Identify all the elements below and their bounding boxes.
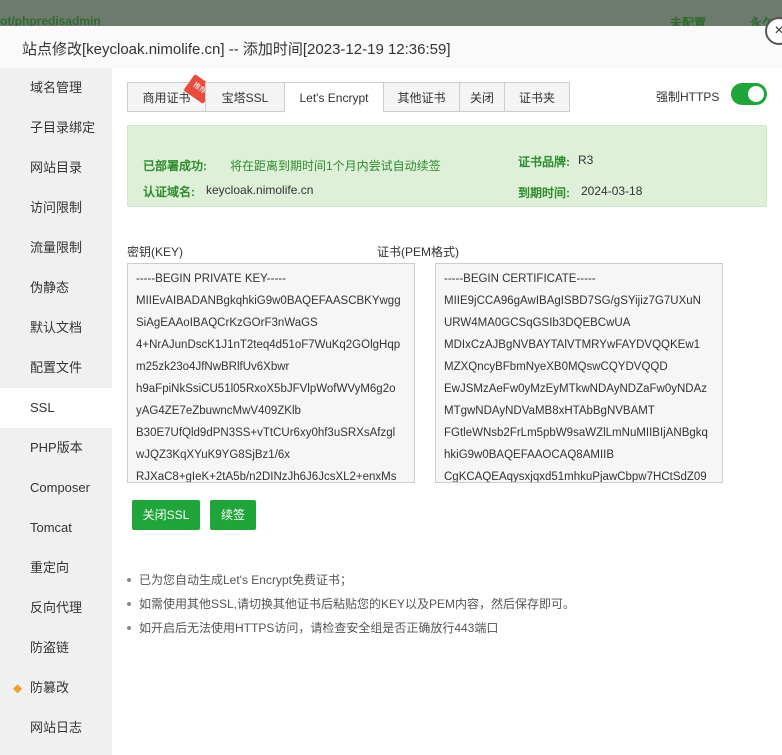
tips-list: 已为您自动生成Let's Encrypt免费证书； 如需使用其他SSL,请切换其… bbox=[127, 568, 767, 640]
code-line: SiAgEAAoIBAQCrKzGOrF3nWaGS bbox=[136, 317, 318, 329]
cert-label: 证书(PEM格式) bbox=[377, 245, 459, 259]
code-line: h9aFpiNkSsiCU51l05RxoX5bJFVlpWofWVyM6g2o bbox=[136, 383, 396, 395]
sidebar-item-site-log[interactable]: 网站日志 bbox=[0, 708, 112, 748]
domain-label: 认证域名: bbox=[143, 185, 195, 199]
sidebar-item-tomcat[interactable]: Tomcat bbox=[0, 508, 112, 548]
tab-close[interactable]: 关闭 bbox=[459, 82, 504, 112]
code-line: URW4MA0GCSqGSIb3DQEBCwUA bbox=[444, 317, 631, 329]
code-line: 4+NrAJunDscK1J1nT2teq4d51oF7WuKq2GOlgHqp bbox=[136, 339, 401, 351]
close-ssl-button[interactable]: 关闭SSL bbox=[132, 500, 200, 530]
force-https-label: 强制HTTPS bbox=[656, 90, 720, 104]
code-line: yAG4ZE7eZbuwncMwV409ZKlb bbox=[136, 405, 301, 417]
code-line: MZXQncyBFbmNyeXB0MQswCQYDVQQD bbox=[444, 361, 668, 373]
code-line: MTgwNDAyNDVaMB8xHTAbBgNVBAMT bbox=[444, 405, 655, 417]
code-line: -----BEGIN PRIVATE KEY----- bbox=[136, 273, 286, 285]
dialog-titlebar: 站点修改[keycloak.nimolife.cn] -- 添加时间[2023-… bbox=[0, 26, 782, 69]
sidebar-item-default-doc[interactable]: 默认文档 bbox=[0, 308, 112, 348]
code-line: wJQZ3KqXYuK9YG8SjBz1/6x bbox=[136, 449, 291, 461]
code-line: MIIEvAIBADANBgkqhkiG9w0BAQEFAASCBKYwgg bbox=[136, 295, 401, 307]
sidebar-item-tamper-proof[interactable]: ◆ 防篡改 bbox=[0, 668, 112, 708]
close-icon: × bbox=[774, 22, 782, 39]
code-line: hkiG9w0BAQEFAAOCAQ8AMIIB bbox=[444, 449, 615, 461]
code-line: B30E7UfQld9dPN3SS+vTtCUr6xy0hf3uSRXsAfzg… bbox=[136, 427, 396, 439]
ssl-panel: 商用证书 推荐 宝塔SSL Let's Encrypt 其他证书 关闭 证书夹 … bbox=[112, 68, 782, 755]
tab-other-cert[interactable]: 其他证书 bbox=[383, 82, 459, 112]
brand-value: R3 bbox=[578, 153, 594, 167]
code-line: m25zk23o4JfNwBRlfUv6Xbwr bbox=[136, 361, 290, 373]
code-line: MIIE9jCCA96gAwIBAgISBD7SG/gSYijiz7G7UXuN bbox=[444, 295, 701, 307]
sidebar-item-domain[interactable]: 域名管理 bbox=[0, 68, 112, 108]
background-strip: ot/phpredisadmin 未配置 永久 bbox=[0, 0, 782, 30]
deploy-text: 将在距离到期时间1个月内尝试自动续签 bbox=[230, 159, 441, 173]
sidebar-item-redirect[interactable]: 重定向 bbox=[0, 548, 112, 588]
deploy-label: 已部署成功: bbox=[143, 159, 207, 173]
tab-lets-encrypt[interactable]: Let's Encrypt bbox=[284, 82, 383, 113]
sidebar-item-site-dir[interactable]: 网站目录 bbox=[0, 148, 112, 188]
sidebar-item-config[interactable]: 配置文件 bbox=[0, 348, 112, 388]
sidebar-item-access-limit[interactable]: 访问限制 bbox=[0, 188, 112, 228]
sidebar-item-traffic-limit[interactable]: 流量限制 bbox=[0, 228, 112, 268]
code-line: MDIxCzAJBgNVBAYTAlVTMRYwFAYDVQQKEw1 bbox=[444, 339, 701, 351]
sidebar-item-label: 防篡改 bbox=[30, 680, 70, 695]
ssl-status-box: 已部署成功: 将在距离到期时间1个月内尝试自动续签 认证域名: keycloak… bbox=[127, 125, 767, 207]
sidebar-item-reverse-proxy[interactable]: 反向代理 bbox=[0, 588, 112, 628]
sidebar-item-composer[interactable]: Composer bbox=[0, 468, 112, 508]
sidebar-item-hotlink[interactable]: 防盗链 bbox=[0, 628, 112, 668]
dialog-title: 站点修改[keycloak.nimolife.cn] -- 添加时间[2023-… bbox=[22, 41, 451, 58]
tab-baota-ssl[interactable]: 宝塔SSL bbox=[205, 82, 284, 112]
key-label: 密钥(KEY) bbox=[127, 245, 184, 259]
tip-item: 如需使用其他SSL,请切换其他证书后粘贴您的KEY以及PEM内容，然后保存即可。 bbox=[127, 592, 767, 616]
code-line: CgKCAQEAqysxjqxd51mhkuPjawCbpw7HCtSdZ09 bbox=[444, 471, 707, 483]
sidebar-item-php[interactable]: PHP版本 bbox=[0, 428, 112, 468]
code-line: -----BEGIN CERTIFICATE----- bbox=[444, 273, 596, 285]
code-line: RJXaC8+gIeK+2tA5b/n2DINzJh6J6JcsXL2+enxM… bbox=[136, 471, 397, 483]
domain-value: keycloak.nimolife.cn bbox=[206, 183, 314, 197]
sidebar-item-ssl[interactable]: SSL bbox=[0, 388, 112, 428]
brand-label: 证书品牌: bbox=[518, 155, 570, 169]
tab-cert-folder[interactable]: 证书夹 bbox=[504, 82, 570, 112]
expire-label: 到期时间: bbox=[518, 186, 570, 200]
expire-value: 2024-03-18 bbox=[581, 184, 643, 198]
key-textarea[interactable]: -----BEGIN PRIVATE KEY----- MIIEvAIBADAN… bbox=[127, 263, 415, 483]
tip-item: 已为您自动生成Let's Encrypt免费证书； bbox=[127, 568, 767, 592]
sidebar-item-rewrite[interactable]: 伪静态 bbox=[0, 268, 112, 308]
tab-label: 商用证书 bbox=[142, 91, 191, 105]
tip-item: 如开启后无法使用HTTPS访问，请检查安全组是否正确放行443端口 bbox=[127, 616, 767, 640]
cert-textarea[interactable]: -----BEGIN CERTIFICATE----- MIIE9jCCA96g… bbox=[435, 263, 723, 483]
sidebar-item-subdir[interactable]: 子目录绑定 bbox=[0, 108, 112, 148]
code-line: EwJSMzAeFw0yMzEyMTkwNDAyNDZaFw0yNDAz bbox=[444, 383, 708, 395]
cert-tabs: 商用证书 推荐 宝塔SSL Let's Encrypt 其他证书 关闭 证书夹 bbox=[127, 73, 570, 113]
tab-commercial[interactable]: 商用证书 推荐 bbox=[127, 73, 215, 112]
site-edit-dialog: 站点修改[keycloak.nimolife.cn] -- 添加时间[2023-… bbox=[0, 17, 782, 755]
force-https-toggle[interactable] bbox=[731, 83, 767, 105]
renew-button[interactable]: 续签 bbox=[210, 500, 256, 530]
sidebar: 域名管理 子目录绑定 网站目录 访问限制 流量限制 伪静态 默认文档 配置文件 … bbox=[0, 68, 112, 755]
diamond-icon: ◆ bbox=[13, 681, 23, 695]
code-line: FGtleWNsb2FrLm5pbW9saWZlLmNuMIIBIjANBgkq bbox=[444, 427, 708, 439]
